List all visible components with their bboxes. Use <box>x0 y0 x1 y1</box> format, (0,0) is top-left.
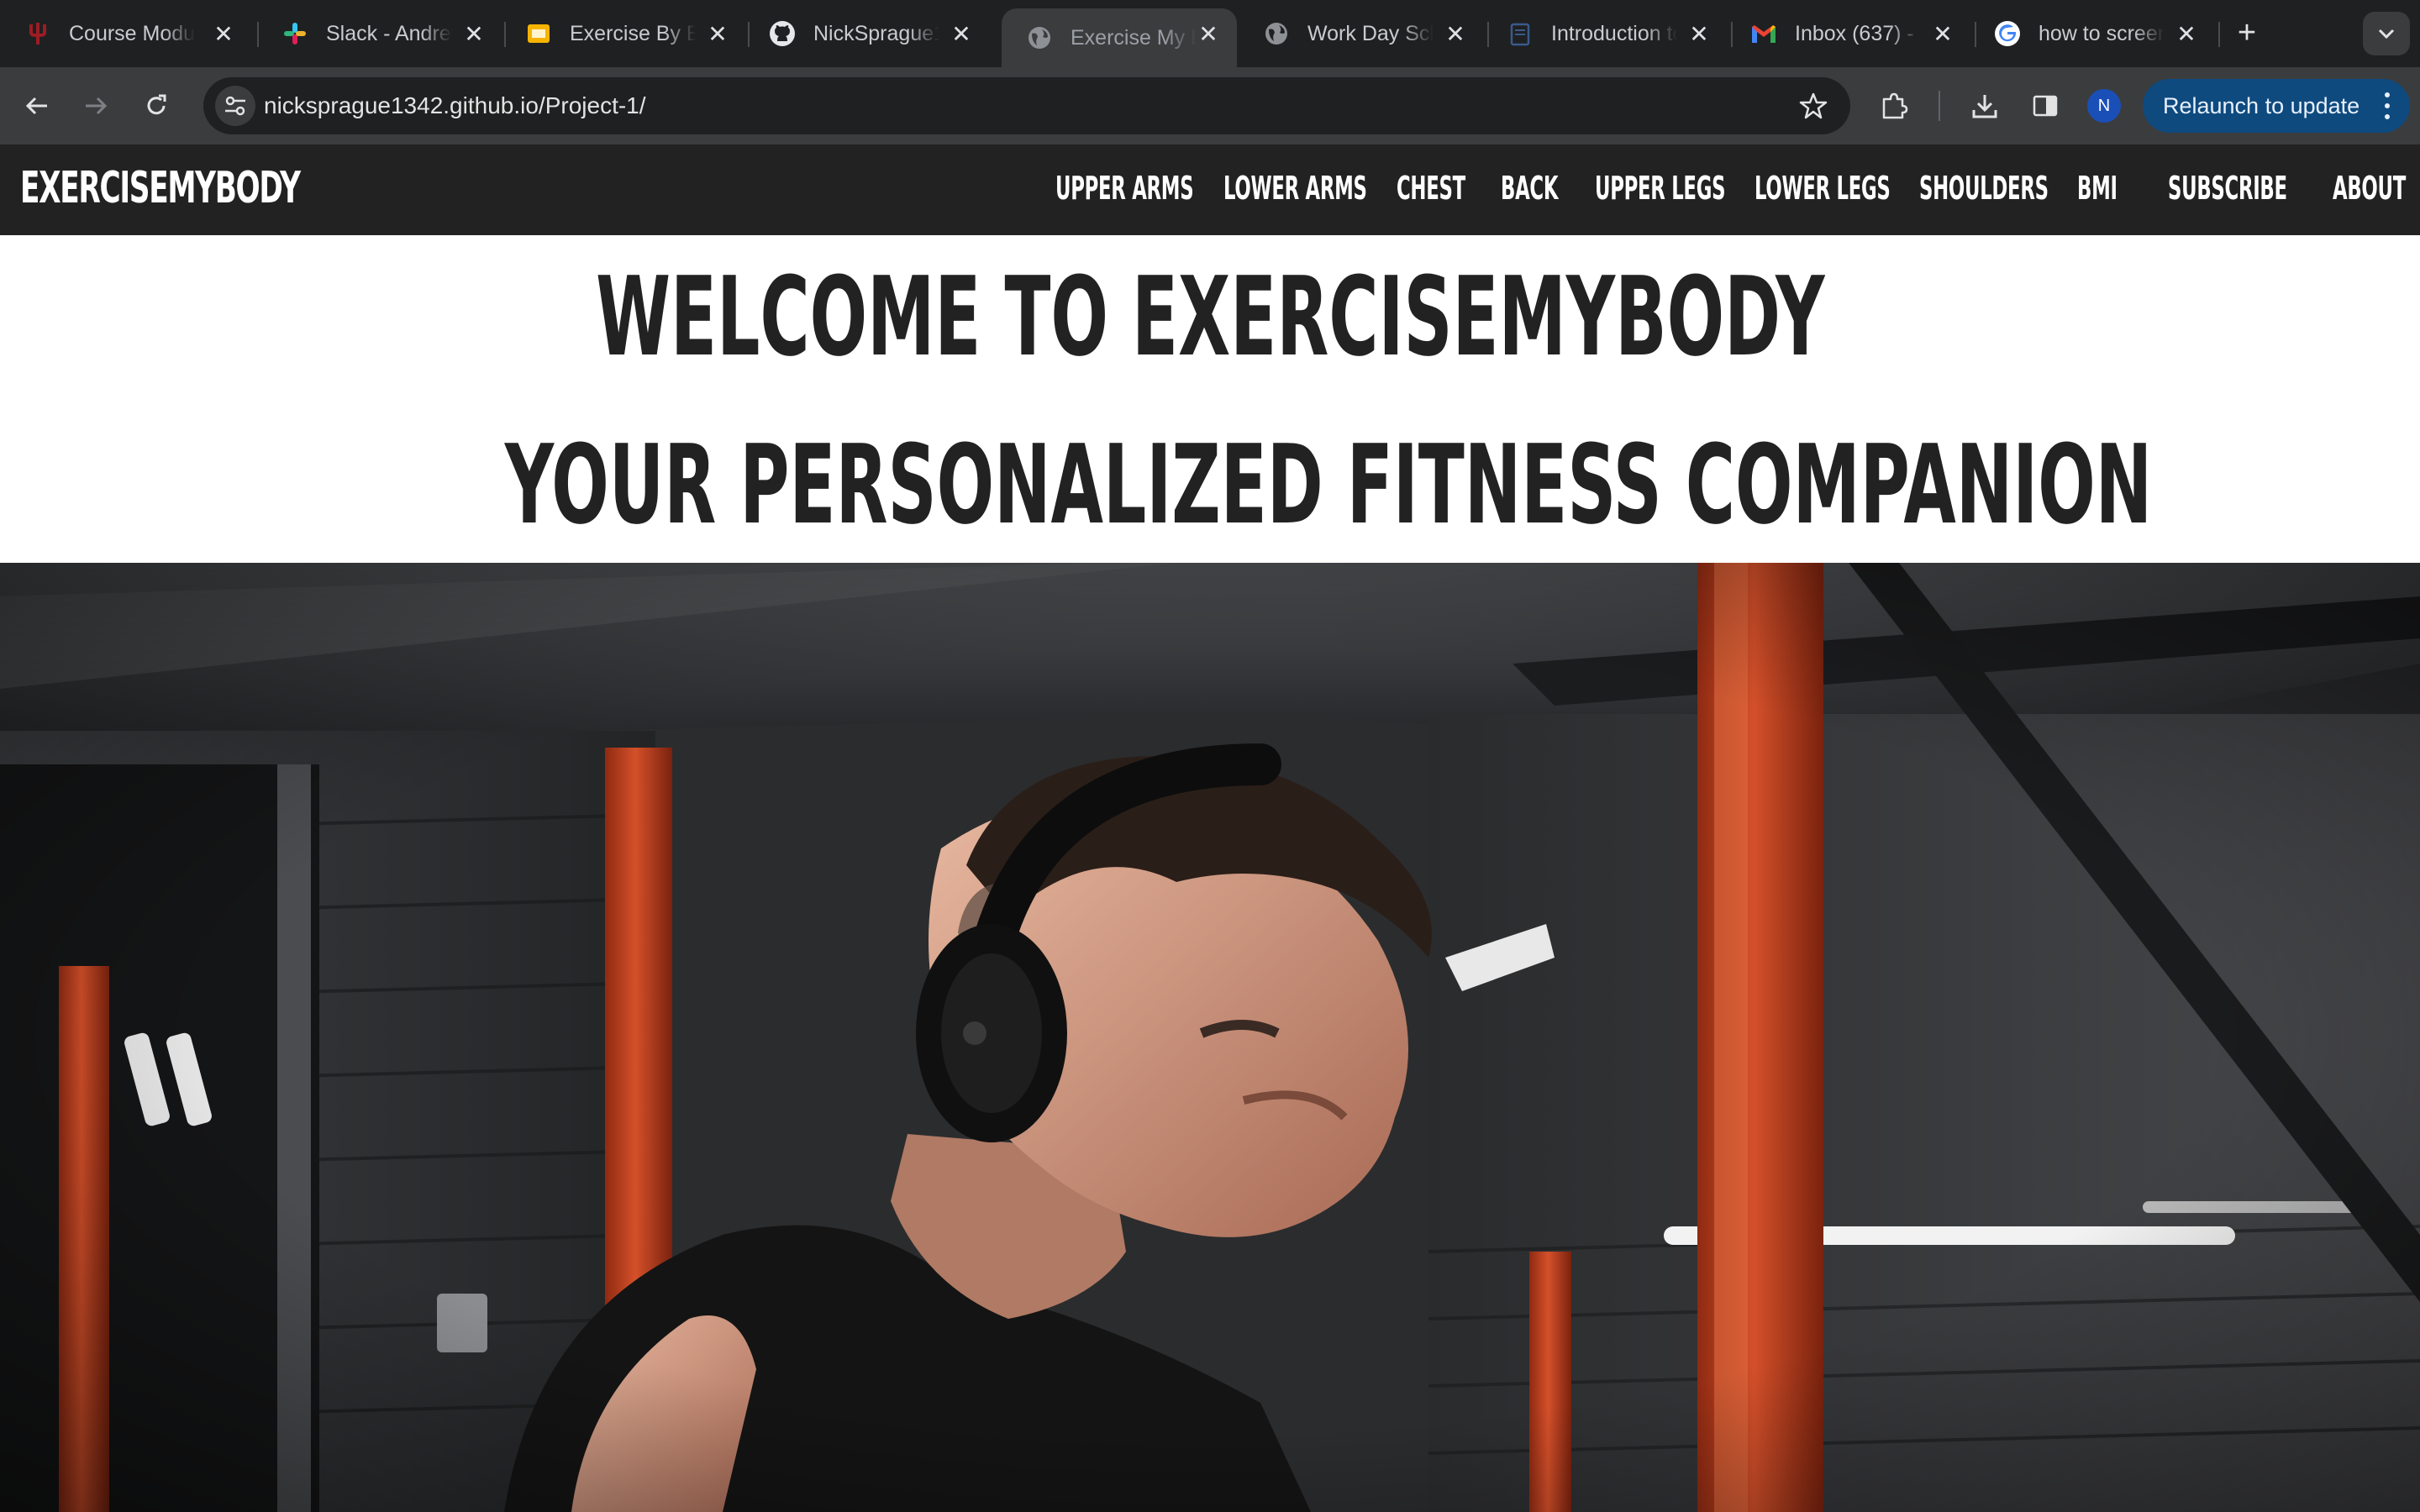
github-icon <box>768 19 797 48</box>
page-title: WELCOME TO EXERCISEMYBODY <box>0 254 2420 380</box>
side-panel-button[interactable] <box>2027 87 2064 124</box>
nav-upper-arms[interactable]: UPPER ARMS <box>1055 170 1194 207</box>
close-icon[interactable]: ✕ <box>704 20 731 47</box>
reload-icon <box>147 94 166 115</box>
google-icon <box>1993 19 2022 48</box>
site-info-button[interactable] <box>215 86 255 126</box>
toolbar-divider <box>1939 91 1940 121</box>
browser-tab[interactable]: Course Modules ✕ <box>0 8 252 59</box>
browser-tab[interactable]: Introduction to ✕ <box>1482 8 1728 59</box>
reload-button[interactable] <box>138 87 175 124</box>
nav-back[interactable]: BACK <box>1501 170 1559 207</box>
tab-title: Inbox (637) - <box>1795 21 1914 45</box>
tune-icon <box>225 96 245 116</box>
puzzle-icon <box>1882 92 1908 119</box>
browser-tab[interactable]: Work Day Scheduler ✕ <box>1239 8 1484 59</box>
nav-chest[interactable]: CHEST <box>1397 170 1465 207</box>
hero-image <box>0 563 2420 1512</box>
page-subtitle: YOUR PERSONALIZED FITNESS COMPANION <box>0 422 2420 548</box>
profile-avatar[interactable]: N <box>2087 89 2121 123</box>
browser-tab[interactable]: Slack - Andrew ✕ <box>257 8 502 59</box>
tab-title: Exercise By Body <box>570 21 696 45</box>
tab-title: Introduction to <box>1551 21 1677 45</box>
close-icon[interactable]: ✕ <box>1686 20 1712 47</box>
arrow-right-icon <box>86 97 108 115</box>
close-icon[interactable]: ✕ <box>1929 20 1956 47</box>
browser-tab[interactable]: Inbox (637) - ✕ <box>1726 8 1971 59</box>
star-icon <box>1799 92 1828 119</box>
browser-tab[interactable]: Exercise By Body ✕ <box>501 8 746 59</box>
browser-tab-strip: Course Modules ✕ Slack - Andrew ✕ Exerci… <box>0 0 2420 67</box>
browser-tab[interactable]: NickSprague1342 ✕ <box>744 8 990 59</box>
nav-upper-legs[interactable]: UPPER LEGS <box>1595 170 1726 207</box>
arrow-left-icon <box>25 97 47 115</box>
tab-title: how to screenshot <box>2039 21 2165 45</box>
tab-title: NickSprague1342 <box>813 21 939 45</box>
browser-tab-active[interactable]: Exercise My Body ✕ <box>1002 8 1237 67</box>
relaunch-button[interactable]: Relaunch to update <box>2143 79 2410 133</box>
forward-button[interactable] <box>77 87 114 124</box>
bookmark-star-button[interactable] <box>1797 89 1830 123</box>
site-navbar: EXERCISEMYBODY UPPER ARMS LOWER ARMS CHE… <box>0 144 2420 235</box>
address-bar[interactable]: nicksprague1342.github.io/Project-1/ <box>203 77 1850 134</box>
url-path: /Project-1/ <box>538 92 646 118</box>
side-panel-icon <box>2033 95 2058 117</box>
slack-icon <box>281 19 309 48</box>
globe-icon <box>1025 24 1054 52</box>
close-icon[interactable]: ✕ <box>460 20 487 47</box>
close-icon[interactable]: ✕ <box>1442 20 1469 47</box>
relaunch-label: Relaunch to update <box>2163 92 2360 118</box>
nav-bmi[interactable]: BMI <box>2077 170 2118 207</box>
new-tab-button[interactable]: + <box>2230 17 2264 50</box>
nav-lower-arms[interactable]: LOWER ARMS <box>1223 170 1367 207</box>
tab-title: Work Day Scheduler <box>1307 21 1434 45</box>
globe-icon <box>1262 19 1291 48</box>
nav-lower-legs[interactable]: LOWER LEGS <box>1754 170 1891 207</box>
hero-section: WELCOME TO EXERCISEMYBODY YOUR PERSONALI… <box>0 235 2420 563</box>
tab-title: Exercise My Body <box>1071 25 1197 50</box>
nav-shoulders[interactable]: SHOULDERS <box>1919 170 2049 207</box>
chevron-down-icon <box>2378 29 2395 39</box>
url-text[interactable]: nicksprague1342.github.io/Project-1/ <box>264 92 646 119</box>
docs-icon <box>1506 19 1534 48</box>
url-host: nicksprague1342.github.io <box>264 92 539 118</box>
trident-icon <box>24 19 52 48</box>
back-button[interactable] <box>18 87 55 124</box>
downloads-button[interactable] <box>1966 87 2003 124</box>
browser-tab[interactable]: how to screenshot ✕ <box>1970 8 2215 59</box>
slides-icon <box>524 19 553 48</box>
tab-separator <box>2218 22 2220 47</box>
nav-subscribe[interactable]: SUBSCRIBE <box>2168 170 2287 207</box>
close-icon[interactable]: ✕ <box>2173 20 2200 47</box>
close-icon[interactable]: ✕ <box>948 20 975 47</box>
gmail-icon <box>1749 19 1778 48</box>
download-icon <box>1972 95 1997 118</box>
gym-athlete-photo <box>0 563 2420 1512</box>
page-title-text: WELCOME TO EXERCISEMYBODY <box>595 253 1825 381</box>
close-icon[interactable]: ✕ <box>210 20 237 47</box>
tab-search-button[interactable] <box>2363 12 2410 55</box>
extensions-button[interactable] <box>1876 87 1912 124</box>
more-vert-icon <box>2383 92 2391 119</box>
close-icon[interactable]: ✕ <box>1195 20 1222 47</box>
tab-title: Slack - Andrew <box>326 21 452 45</box>
browser-toolbar: nicksprague1342.github.io/Project-1/ N R… <box>0 67 2420 144</box>
page-subtitle-text: YOUR PERSONALIZED FITNESS COMPANION <box>504 421 2153 549</box>
tab-title: Course Modules <box>69 21 195 45</box>
site-brand[interactable]: EXERCISEMYBODY <box>20 163 301 213</box>
nav-about[interactable]: ABOUT <box>2333 170 2406 207</box>
